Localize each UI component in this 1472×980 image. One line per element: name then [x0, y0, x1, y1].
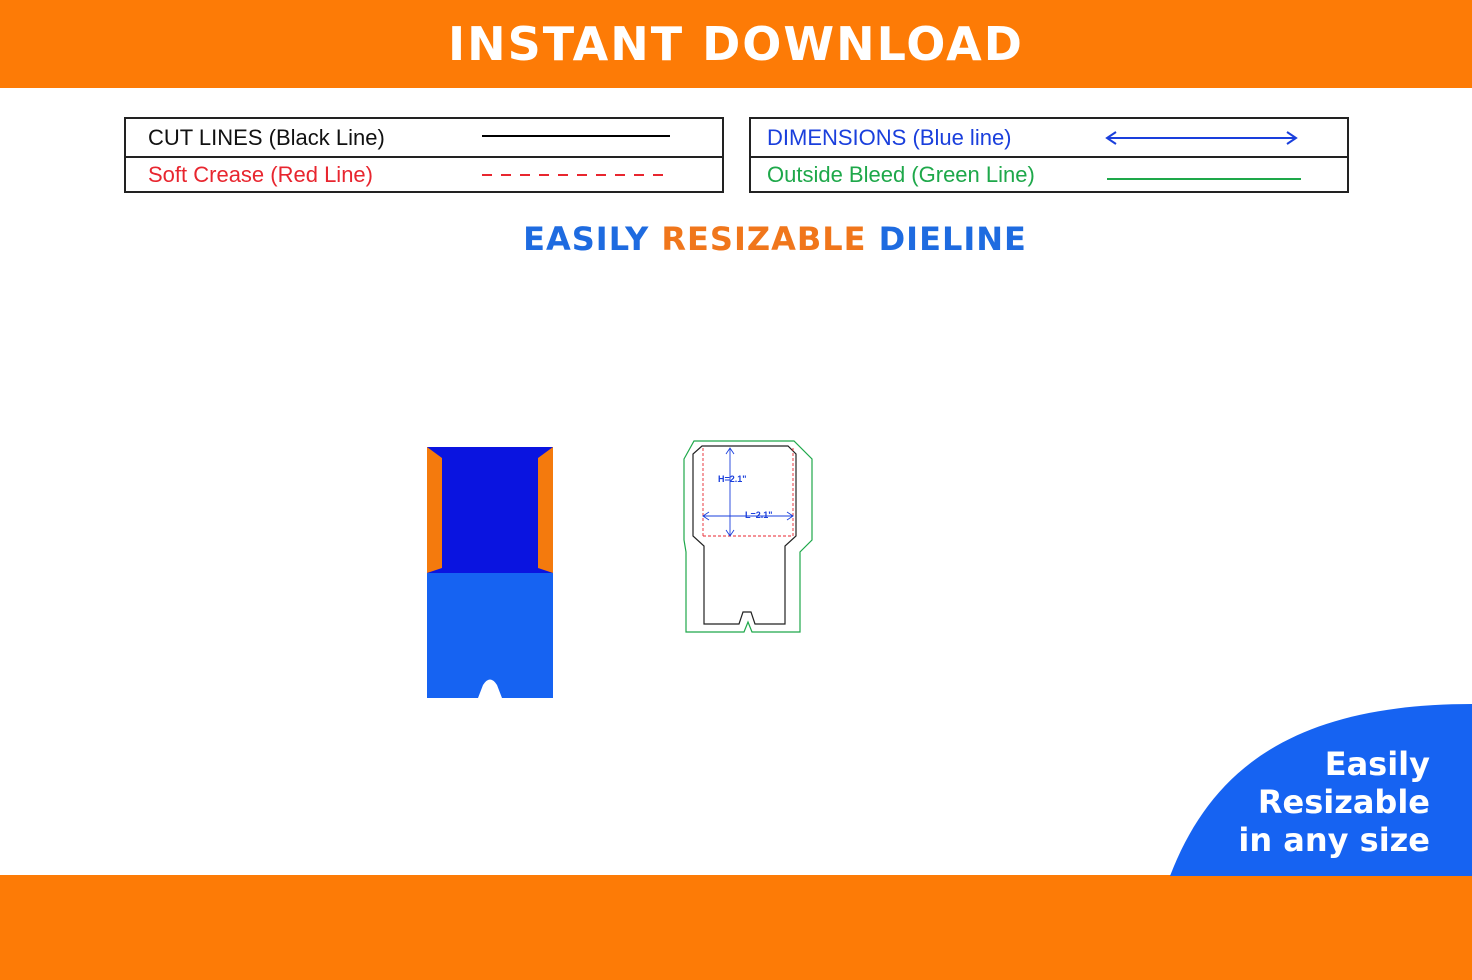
crease-line-sample	[482, 174, 670, 176]
box-top-panel	[427, 447, 553, 573]
legend-row-outside-bleed: Outside Bleed (Green Line)	[751, 156, 1347, 193]
legend-row-soft-crease: Soft Crease (Red Line)	[126, 156, 722, 193]
bottom-bar	[0, 875, 1472, 980]
dimension-arrow-sample	[1105, 131, 1298, 145]
dimensions-label: DIMENSIONS (Blue line)	[767, 124, 1012, 150]
subtitle-word-resizable: RESIZABLE	[661, 220, 867, 258]
legend-right-table: DIMENSIONS (Blue line) Outside Bleed (Gr…	[749, 117, 1349, 193]
flat-dieline: H=2.1" L=2.1"	[683, 440, 813, 633]
cut-outline	[692, 445, 797, 625]
cut-lines-label: CUT LINES (Black Line)	[148, 124, 385, 150]
subtitle: EASILY RESIZABLE DIELINE	[0, 220, 1472, 258]
box-bottom-panel	[427, 573, 553, 698]
legend-left-table: CUT LINES (Black Line) Soft Crease (Red …	[124, 117, 724, 193]
bleed-line-sample	[1107, 178, 1301, 180]
legend-row-dimensions: DIMENSIONS (Blue line)	[751, 119, 1347, 158]
length-dimension-label: L=2.1"	[745, 510, 773, 520]
badge-line-1: Easily	[1324, 745, 1430, 783]
box-right-flap	[538, 447, 553, 573]
subtitle-word-dieline: DIELINE	[878, 220, 1027, 258]
colored-box-mockup	[427, 447, 553, 698]
corner-badge-text: Easily Resizable in any size	[1238, 745, 1430, 859]
top-banner: INSTANT DOWNLOAD	[0, 0, 1472, 88]
box-left-flap	[427, 447, 442, 573]
soft-crease-label: Soft Crease (Red Line)	[148, 161, 373, 187]
badge-line-2: Resizable	[1257, 783, 1430, 821]
height-dimension-label: H=2.1"	[718, 474, 747, 484]
subtitle-word-easily: EASILY	[523, 220, 650, 258]
legend-row-cut-lines: CUT LINES (Black Line)	[126, 119, 722, 158]
banner-title: INSTANT DOWNLOAD	[448, 17, 1024, 71]
badge-line-3: in any size	[1238, 821, 1430, 859]
cut-line-sample	[482, 135, 670, 137]
outside-bleed-label: Outside Bleed (Green Line)	[767, 161, 1035, 187]
